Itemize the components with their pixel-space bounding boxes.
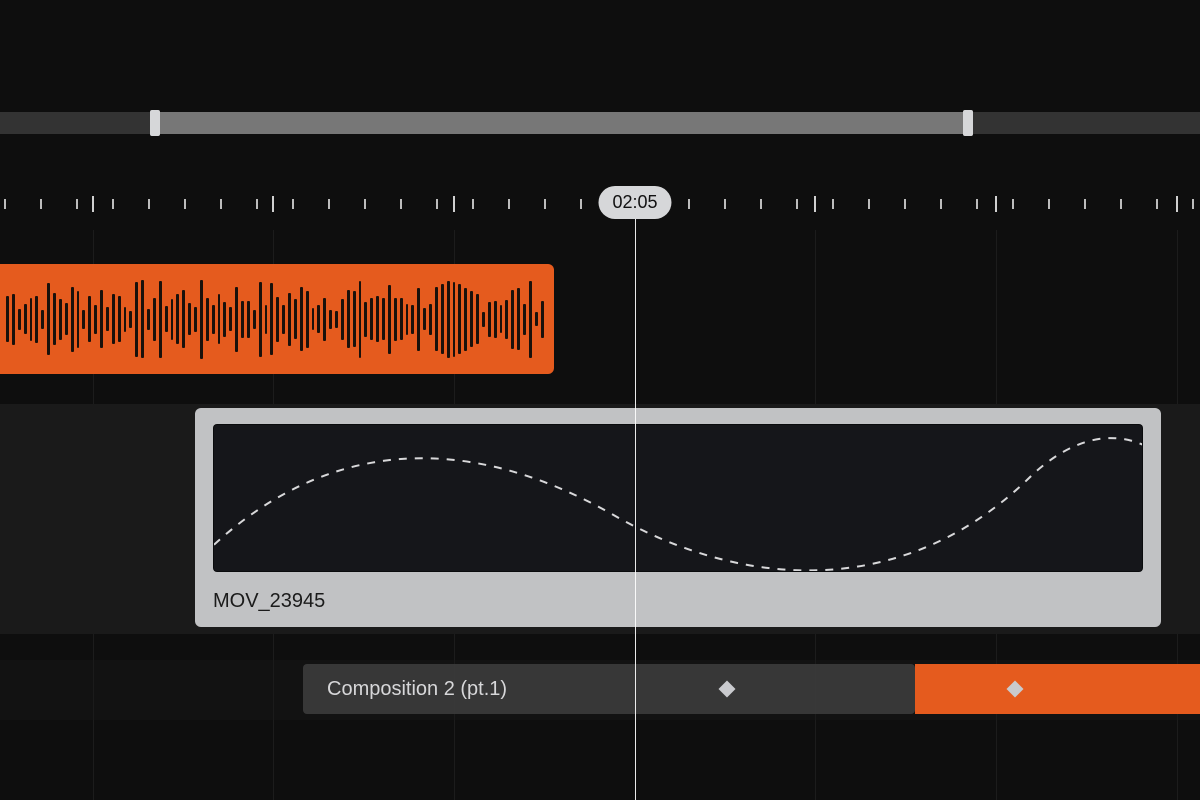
clip-video-label: MOV_23945	[213, 590, 1143, 613]
clip-video-selected[interactable]: MOV_23945	[195, 408, 1161, 627]
timeline-editor: 02:05 MOV_23945 Composition 2 (pt.1)	[0, 0, 1200, 800]
clip-composition-label: Composition 2 (pt.1)	[327, 678, 507, 701]
playhead-line[interactable]	[635, 218, 636, 800]
clip-video-preview	[213, 424, 1143, 572]
playhead-time-pill[interactable]: 02:05	[598, 186, 671, 219]
waveform-icon	[0, 264, 554, 374]
timeline-range-selection[interactable]	[155, 112, 969, 134]
clip-audio[interactable]	[0, 264, 554, 374]
timeline-range-track[interactable]	[0, 112, 1200, 134]
playhead-time-label: 02:05	[612, 192, 657, 212]
range-handle-start[interactable]	[150, 110, 160, 136]
clip-composition[interactable]: Composition 2 (pt.1)	[303, 664, 915, 714]
clip-composition-extension[interactable]	[915, 664, 1200, 714]
range-handle-end[interactable]	[963, 110, 973, 136]
